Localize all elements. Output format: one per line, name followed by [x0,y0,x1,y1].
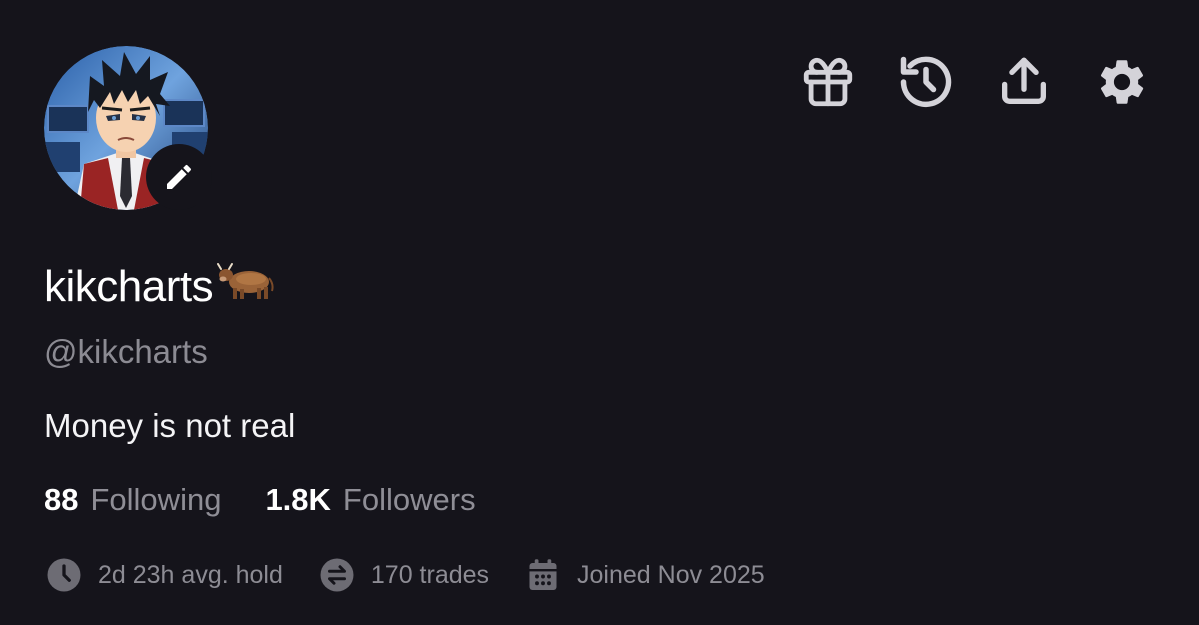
follow-stats: 88 Following 1.8K Followers [44,480,476,520]
share-button[interactable] [992,52,1056,112]
swap-icon [319,557,355,593]
joined-item: Joined Nov 2025 [525,557,765,593]
avg-hold-text: 2d 23h avg. hold [98,560,283,589]
display-name: kikcharts [44,258,275,316]
following-count: 88 [44,482,79,517]
following-stat[interactable]: 88 Following [44,480,221,520]
share-icon [1002,57,1046,104]
trades-item: 170 trades [319,557,489,593]
calendar-icon [525,557,561,593]
followers-count: 1.8K [265,482,331,517]
gift-icon [803,57,853,107]
username-handle: @kikcharts [44,333,208,370]
clock-icon [46,557,82,593]
following-label: Following [90,482,222,517]
gift-button[interactable] [796,52,860,112]
avg-hold-item: 2d 23h avg. hold [46,557,283,593]
display-name-text: kikcharts [44,262,214,311]
history-button[interactable] [894,52,958,112]
header-actions [796,52,1156,112]
profile-meta: 2d 23h avg. hold 170 trades Joined Nov 2… [46,555,765,595]
followers-stat[interactable]: 1.8K Followers [265,480,475,520]
joined-text: Joined Nov 2025 [577,560,765,589]
history-icon [900,56,952,108]
ox-icon [217,258,275,316]
pencil-icon [167,164,192,189]
followers-label: Followers [342,482,476,517]
settings-icon [1100,60,1144,104]
avatar-container[interactable] [44,46,212,210]
settings-button[interactable] [1090,52,1154,112]
trades-text: 170 trades [370,560,490,589]
edit-avatar-button[interactable] [146,144,212,210]
bio-text: Money is not real [44,407,296,444]
